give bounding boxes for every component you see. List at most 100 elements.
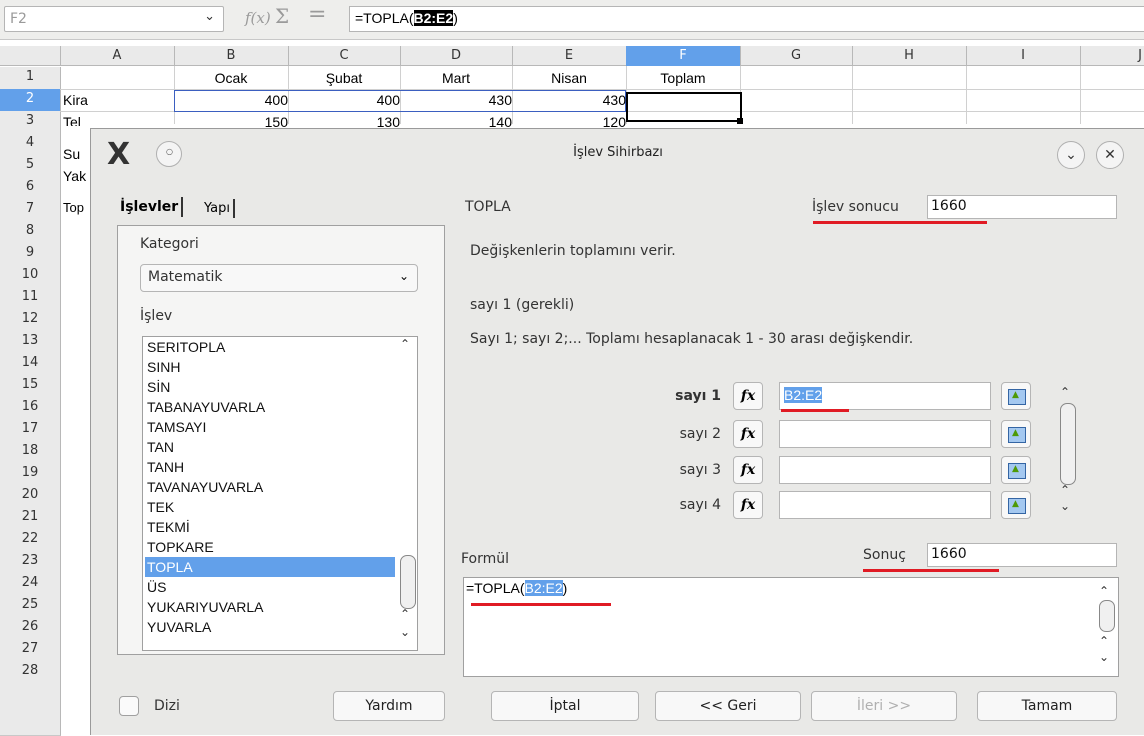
arg-input-3[interactable] bbox=[779, 456, 991, 484]
list-item[interactable]: SERITOPLA bbox=[145, 337, 395, 357]
row-header[interactable]: 10 bbox=[0, 265, 61, 288]
column-header-e[interactable]: E bbox=[512, 46, 627, 66]
scroll-up-icon[interactable]: ⌃ bbox=[400, 607, 410, 621]
row-header[interactable]: 16 bbox=[0, 397, 61, 420]
scroll-up-icon[interactable]: ⌃ bbox=[1060, 385, 1070, 399]
cell-d2[interactable]: 430 bbox=[400, 90, 515, 112]
cancel-button[interactable]: İptal bbox=[491, 691, 639, 721]
row-header[interactable]: 7 bbox=[0, 199, 61, 222]
tab-functions[interactable]: İşlevler bbox=[117, 197, 184, 217]
scroll-up-icon[interactable]: ⌃ bbox=[400, 337, 410, 351]
list-item[interactable]: YUKARIYUVARLA bbox=[145, 597, 395, 617]
shrink-button[interactable] bbox=[1001, 382, 1031, 410]
cell-b1[interactable]: Ocak bbox=[174, 68, 288, 90]
cell-b2[interactable]: 400 bbox=[174, 90, 291, 112]
row-header[interactable]: 14 bbox=[0, 353, 61, 376]
list-item[interactable]: TEKMİ bbox=[145, 517, 395, 537]
cell-f1[interactable]: Toplam bbox=[626, 68, 740, 90]
scroll-thumb[interactable] bbox=[1099, 600, 1115, 632]
sum-icon[interactable]: Σ bbox=[275, 4, 289, 28]
cell-b3[interactable]: 150 bbox=[174, 112, 291, 128]
cell-a2[interactable]: Kira bbox=[63, 90, 173, 112]
row-header[interactable]: 27 bbox=[0, 639, 61, 662]
row-header[interactable]: 20 bbox=[0, 485, 61, 508]
cell-d3[interactable]: 140 bbox=[400, 112, 515, 128]
equals-icon[interactable]: = bbox=[308, 2, 326, 27]
arg-input-1[interactable]: B2:E2 bbox=[779, 382, 991, 410]
row-header[interactable]: 23 bbox=[0, 551, 61, 574]
column-header-g[interactable]: G bbox=[740, 46, 853, 66]
column-header-h[interactable]: H bbox=[852, 46, 967, 66]
scroll-thumb[interactable] bbox=[1060, 403, 1076, 485]
column-header-j[interactable]: J bbox=[1080, 46, 1144, 66]
row-header[interactable]: 24 bbox=[0, 573, 61, 596]
column-header-d[interactable]: D bbox=[400, 46, 513, 66]
row-header[interactable]: 13 bbox=[0, 331, 61, 354]
corner-select-all[interactable] bbox=[0, 46, 61, 66]
function-list-scrollbar[interactable]: ⌃ ⌃ ⌄ bbox=[397, 337, 417, 650]
row-header[interactable]: 21 bbox=[0, 507, 61, 530]
row-header[interactable]: 15 bbox=[0, 375, 61, 398]
row-header[interactable]: 2 bbox=[0, 89, 61, 112]
scroll-down-icon[interactable]: ⌄ bbox=[1099, 650, 1109, 664]
help-button[interactable]: Yardım bbox=[333, 691, 445, 721]
cell-a4[interactable]: Su bbox=[63, 144, 90, 166]
row-header[interactable]: 28 bbox=[0, 661, 61, 684]
function-wizard-icon[interactable]: f(x) bbox=[245, 9, 271, 27]
row-header[interactable]: 26 bbox=[0, 617, 61, 640]
cell-a6[interactable]: Top bbox=[63, 198, 90, 220]
formula-input[interactable]: =TOPLA(B2:E2) bbox=[349, 6, 1144, 32]
row-header[interactable]: 4 bbox=[0, 133, 61, 156]
scroll-down-icon[interactable]: ⌄ bbox=[400, 625, 410, 639]
ok-button[interactable]: Tamam bbox=[977, 691, 1117, 721]
list-item[interactable]: SİN bbox=[145, 377, 395, 397]
row-header[interactable]: 22 bbox=[0, 529, 61, 552]
next-button[interactable]: İleri >> bbox=[811, 691, 957, 721]
category-dropdown[interactable]: Matematik ⌄ bbox=[140, 264, 418, 292]
formula-scrollbar[interactable]: ⌃ ⌃ ⌄ bbox=[1096, 580, 1118, 674]
cell-c3[interactable]: 130 bbox=[288, 112, 403, 128]
column-header-f[interactable]: F bbox=[626, 46, 741, 66]
arg-input-2[interactable] bbox=[779, 420, 991, 448]
column-header-i[interactable]: I bbox=[966, 46, 1081, 66]
cell-e3[interactable]: 120 bbox=[512, 112, 629, 128]
fx-button[interactable]: fx bbox=[733, 420, 763, 448]
list-item[interactable]: TABANAYUVARLA bbox=[145, 397, 395, 417]
row-header[interactable]: 9 bbox=[0, 243, 61, 266]
fx-button[interactable]: fx bbox=[733, 456, 763, 484]
chevron-down-icon[interactable]: ⌄ bbox=[204, 9, 215, 24]
cell-c2[interactable]: 400 bbox=[288, 90, 403, 112]
shrink-button[interactable] bbox=[1001, 420, 1031, 448]
formula-textarea[interactable]: =TOPLA(B2:E2) ⌃ ⌃ ⌄ bbox=[463, 577, 1119, 677]
row-header[interactable]: 17 bbox=[0, 419, 61, 442]
scroll-up-icon[interactable]: ⌃ bbox=[1060, 483, 1070, 497]
close-button[interactable]: ✕ bbox=[1096, 141, 1124, 169]
list-item[interactable]: SINH bbox=[145, 357, 395, 377]
list-item[interactable]: TAN bbox=[145, 437, 395, 457]
array-checkbox[interactable] bbox=[119, 696, 139, 716]
row-header[interactable]: 5 bbox=[0, 155, 61, 178]
list-item[interactable]: TANH bbox=[145, 457, 395, 477]
column-header-b[interactable]: B bbox=[174, 46, 289, 66]
argument-scrollbar[interactable]: ⌃ ⌃ ⌄ bbox=[1057, 385, 1079, 519]
cell-a3[interactable]: Tel bbox=[63, 112, 173, 126]
cell-d1[interactable]: Mart bbox=[400, 68, 512, 90]
list-item[interactable]: ÜS bbox=[145, 577, 395, 597]
minimize-button[interactable]: ⌄ bbox=[1057, 141, 1085, 169]
cell-a5[interactable]: Yak bbox=[63, 166, 90, 188]
scroll-up-icon[interactable]: ⌃ bbox=[1099, 634, 1109, 648]
row-header[interactable]: 3 bbox=[0, 111, 61, 134]
fill-handle[interactable] bbox=[737, 118, 743, 124]
fx-button[interactable]: fx bbox=[733, 491, 763, 519]
list-item[interactable]: TAMSAYI bbox=[145, 417, 395, 437]
row-header[interactable]: 11 bbox=[0, 287, 61, 310]
cell-e1[interactable]: Nisan bbox=[512, 68, 626, 90]
arg-input-4[interactable] bbox=[779, 491, 991, 519]
row-header[interactable]: 1 bbox=[0, 67, 61, 90]
scroll-down-icon[interactable]: ⌄ bbox=[1060, 499, 1070, 513]
active-cell-f2[interactable] bbox=[626, 92, 742, 122]
tab-structure[interactable]: Yapı bbox=[201, 199, 235, 218]
row-header[interactable]: 6 bbox=[0, 177, 61, 200]
fx-button[interactable]: fx bbox=[733, 382, 763, 410]
cell-c1[interactable]: Şubat bbox=[288, 68, 400, 90]
